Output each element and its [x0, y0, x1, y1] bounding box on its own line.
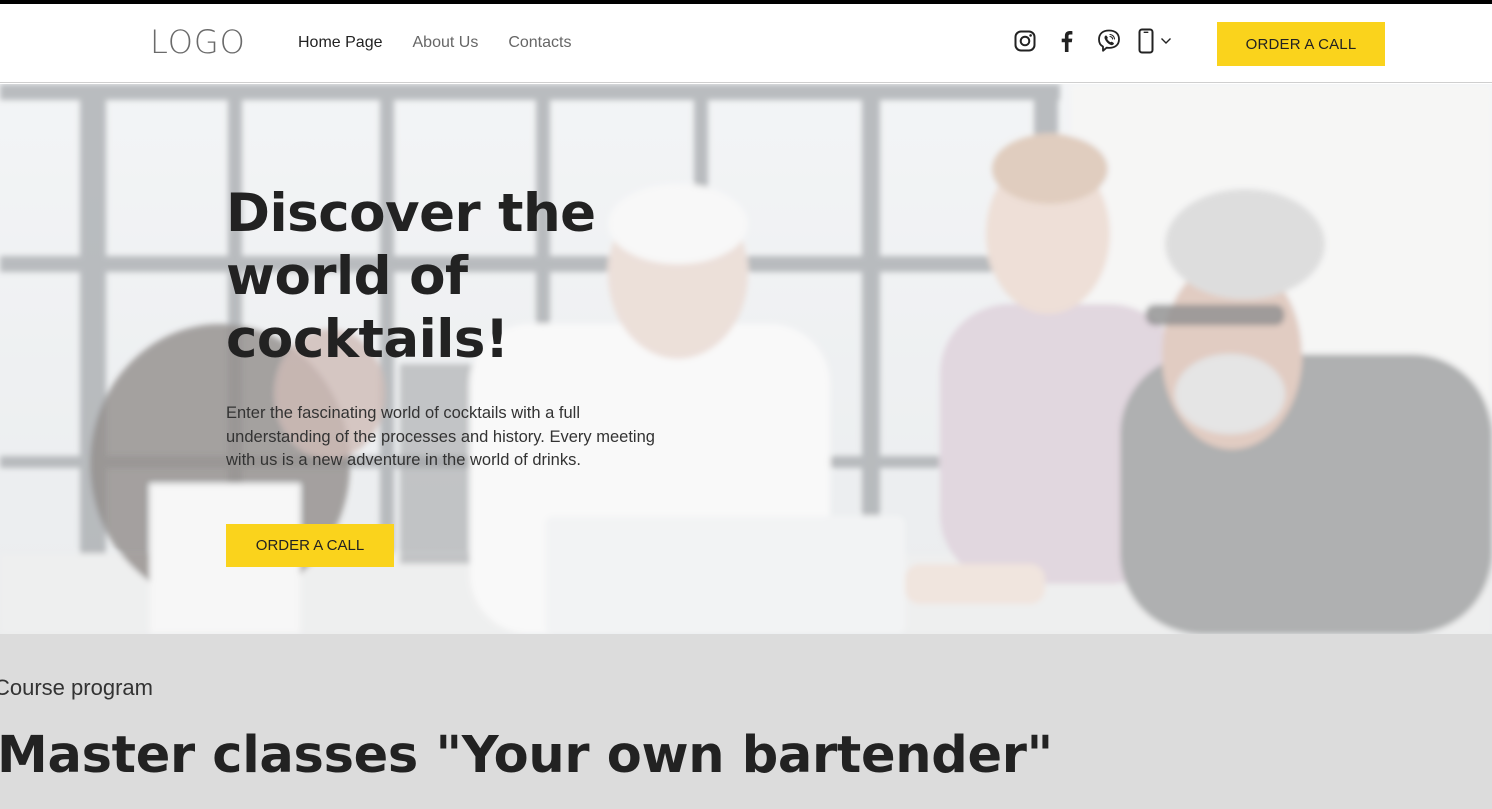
instagram-icon[interactable]: [1012, 28, 1038, 54]
viber-icon[interactable]: [1096, 28, 1122, 54]
hero-background-image: [0, 84, 1492, 634]
hero-order-call-button[interactable]: ORDER A CALL: [226, 524, 394, 567]
nav-item-contacts[interactable]: Contacts: [508, 33, 571, 53]
logo[interactable]: LOGO: [150, 24, 246, 60]
hero-title: Discover the world of cocktails!: [226, 183, 596, 370]
chevron-down-icon[interactable]: [1160, 37, 1172, 45]
nav-item-about[interactable]: About Us: [413, 33, 479, 53]
phone-icon[interactable]: [1138, 28, 1178, 54]
main-nav: Home Page About Us Contacts: [298, 33, 571, 53]
course-title: Master classes "Your own bartender": [0, 726, 1053, 785]
course-section: Course program Master classes "Your own …: [0, 634, 1492, 809]
nav-item-home[interactable]: Home Page: [298, 33, 383, 53]
order-call-button[interactable]: ORDER A CALL: [1217, 22, 1385, 66]
course-program-label: Course program: [0, 675, 153, 700]
social-links: [1012, 28, 1178, 54]
facebook-icon[interactable]: [1054, 28, 1080, 54]
hero-description: Enter the fascinating world of cocktails…: [226, 404, 655, 469]
hero-section: Discover the world of cocktails! Enter t…: [0, 84, 1492, 634]
site-header: LOGO Home Page About Us Contacts ORDER A…: [0, 4, 1492, 83]
